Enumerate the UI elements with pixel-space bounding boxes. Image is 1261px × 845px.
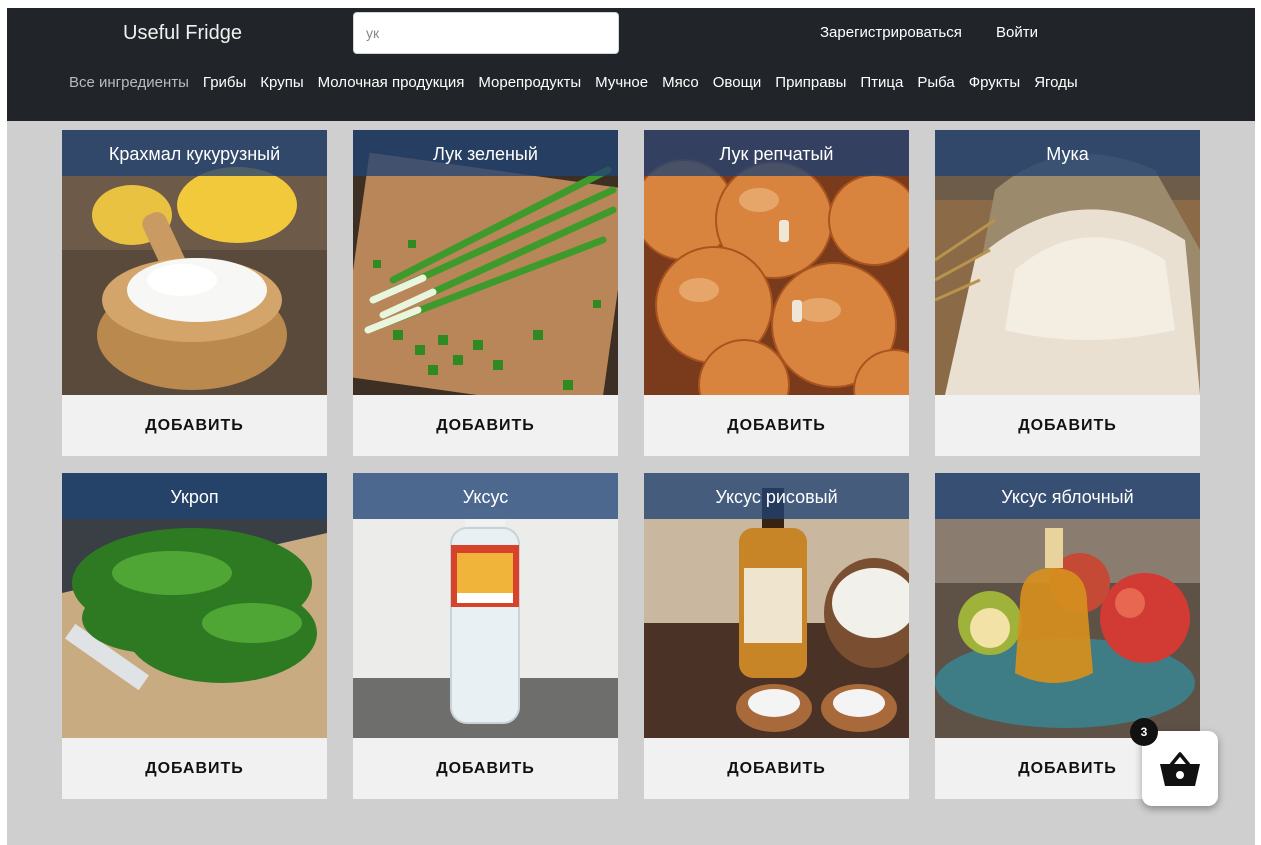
search-input[interactable] [353, 12, 619, 54]
product-card: Крахмал кукурузный ДОБАВИТЬ [62, 130, 327, 456]
product-title: Уксус [353, 473, 618, 519]
product-title: Лук зеленый [353, 130, 618, 176]
product-title: Мука [935, 130, 1200, 176]
register-link[interactable]: Зарегистрироваться [820, 24, 962, 41]
product-card: Уксус рисовый ДОБАВИТЬ [644, 473, 909, 799]
category-vegetables[interactable]: Овощи [713, 74, 762, 91]
add-button[interactable]: ДОБАВИТЬ [353, 738, 618, 799]
category-flour-products[interactable]: Мучное [595, 74, 648, 91]
category-berries[interactable]: Ягоды [1034, 74, 1078, 91]
product-title: Крахмал кукурузный [62, 130, 327, 176]
product-title: Лук репчатый [644, 130, 909, 176]
add-button[interactable]: ДОБАВИТЬ [62, 395, 327, 456]
category-grains[interactable]: Крупы [260, 74, 303, 91]
site-logo[interactable]: Useful Fridge [123, 22, 242, 45]
product-card: Уксус ДОБАВИТЬ [353, 473, 618, 799]
category-spices[interactable]: Приправы [775, 74, 846, 91]
cart-count-badge: 3 [1130, 718, 1158, 746]
category-all[interactable]: Все ингредиенты [69, 74, 189, 91]
product-card: Лук зеленый ДОБАВИТЬ [353, 130, 618, 456]
category-dairy[interactable]: Молочная продукция [318, 74, 465, 91]
product-title: Уксус яблочный [935, 473, 1200, 519]
category-seafood[interactable]: Морепродукты [478, 74, 581, 91]
category-nav: Все ингредиенты Грибы Крупы Молочная про… [69, 74, 1092, 91]
product-card: Мука ДОБАВИТЬ [935, 130, 1200, 456]
product-grid: Крахмал кукурузный ДОБАВИТЬ Лук зеленый … [62, 130, 1200, 799]
top-navbar: Useful Fridge Зарегистрироваться Войти В… [7, 8, 1255, 121]
basket-icon [1160, 751, 1200, 786]
product-card: Укроп ДОБАВИТЬ [62, 473, 327, 799]
product-card: Лук репчатый ДОБАВИТЬ [644, 130, 909, 456]
product-title: Уксус рисовый [644, 473, 909, 519]
add-button[interactable]: ДОБАВИТЬ [644, 395, 909, 456]
add-button[interactable]: ДОБАВИТЬ [644, 738, 909, 799]
category-mushrooms[interactable]: Грибы [203, 74, 246, 91]
login-link[interactable]: Войти [996, 24, 1038, 41]
add-button[interactable]: ДОБАВИТЬ [353, 395, 618, 456]
category-fruits[interactable]: Фрукты [969, 74, 1020, 91]
category-fish[interactable]: Рыба [917, 74, 954, 91]
app-frame: Useful Fridge Зарегистрироваться Войти В… [7, 8, 1255, 845]
product-title: Укроп [62, 473, 327, 519]
add-button[interactable]: ДОБАВИТЬ [935, 395, 1200, 456]
category-poultry[interactable]: Птица [860, 74, 903, 91]
category-meat[interactable]: Мясо [662, 74, 699, 91]
add-button[interactable]: ДОБАВИТЬ [62, 738, 327, 799]
